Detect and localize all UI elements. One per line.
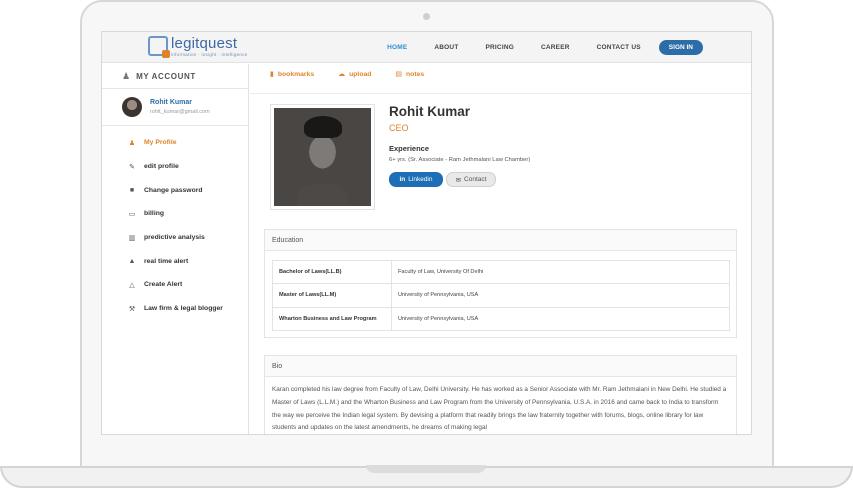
- sidebar-item-edit-profile[interactable]: ✎ edit profile: [102, 155, 248, 179]
- sidebar-item-label: predictive analysis: [144, 234, 205, 242]
- institution-cell: University of Pennsylvania, USA: [391, 306, 730, 331]
- sidebar-item-billing[interactable]: ▭ billing: [102, 202, 248, 226]
- profile-role: CEO: [389, 123, 409, 133]
- contact-label: Contact: [464, 176, 487, 183]
- linkedin-button[interactable]: in Linkedin: [389, 172, 443, 187]
- sidebar-item-my-profile[interactable]: ♟ My Profile: [102, 131, 248, 155]
- sidebar-item-create-alert[interactable]: △ Create Alert: [102, 273, 248, 297]
- tab-label: upload: [349, 70, 372, 78]
- institution-cell: University of Pennsylvania, USA: [391, 283, 730, 308]
- experience-value: 6+ yrs. (Sr. Associate - Ram Jethmalani …: [389, 157, 531, 163]
- sidebar-item-label: edit profile: [144, 163, 179, 171]
- profile-photo: [274, 108, 371, 206]
- note-icon: ▤: [395, 71, 403, 78]
- logo-tagline: information · insight · intelligence: [171, 52, 248, 57]
- nav-links: HOME ABOUT PRICING CAREER CONTACT US SIG…: [360, 32, 703, 63]
- bell-outline-icon: △: [129, 281, 135, 289]
- contact-button[interactable]: ✉ Contact: [446, 172, 496, 187]
- bookmark-icon: ▮: [270, 71, 274, 78]
- bio-title: Bio: [265, 356, 736, 377]
- lock-icon: ■: [129, 186, 135, 194]
- nav-about[interactable]: ABOUT: [434, 44, 458, 51]
- profile-photo-frame: [270, 104, 375, 210]
- tab-notes[interactable]: ▤ notes: [395, 70, 425, 79]
- content-tabs: ▮ bookmarks ☁ upload ▤ notes: [270, 70, 448, 79]
- sidebar-header: ♟ MY ACCOUNT: [102, 64, 248, 89]
- credit-card-icon: ▭: [128, 210, 136, 218]
- sidebar-item-label: billing: [144, 210, 165, 218]
- bell-icon: ▲: [128, 257, 136, 265]
- linkedin-label: Linkedin: [408, 176, 433, 183]
- sidebar-item-label: Law firm & legal blogger: [144, 305, 223, 313]
- logo[interactable]: legitquest information · insight · intel…: [148, 35, 248, 58]
- user-name: Rohit Kumar: [150, 99, 192, 106]
- nav-contact-us[interactable]: CONTACT US: [597, 44, 641, 51]
- screen: legitquest information · insight · intel…: [101, 31, 752, 435]
- sidebar-item-law-firm-legal-blogger[interactable]: ⚒ Law firm & legal blogger: [102, 297, 248, 321]
- tab-label: bookmarks: [277, 70, 315, 78]
- sidebar-title: MY ACCOUNT: [136, 71, 196, 81]
- tabs-divider: [250, 93, 751, 94]
- avatar: [122, 97, 142, 117]
- degree-cell: Master of Laws(LL.M): [272, 283, 392, 308]
- table-row: Wharton Business and Law Program Univers…: [272, 306, 730, 331]
- sidebar-menu: ♟ My Profile ✎ edit profile ■ Change pas…: [102, 126, 248, 321]
- tab-bookmarks[interactable]: ▮ bookmarks: [270, 70, 315, 79]
- bio-text: Karan completed his law degree from Facu…: [272, 386, 727, 432]
- edit-icon: ✎: [129, 163, 135, 171]
- profile-name: Rohit Kumar: [389, 104, 470, 119]
- user-icon: ♟: [122, 70, 131, 81]
- nav-pricing[interactable]: PRICING: [486, 44, 515, 51]
- sidebar-item-label: My Profile: [144, 139, 177, 147]
- education-table: Bachelor of Laws(LL.B) Faculty of Law, U…: [272, 259, 730, 331]
- tab-upload[interactable]: ☁ upload: [338, 70, 372, 79]
- nav-career[interactable]: CAREER: [541, 44, 570, 51]
- sidebar: ♟ MY ACCOUNT Rohit Kumar rohit_kumar@gma…: [102, 64, 249, 434]
- linkedin-icon: in: [399, 176, 406, 183]
- experience-label: Experience: [389, 144, 430, 153]
- sign-in-button[interactable]: SIGN IN: [658, 40, 703, 55]
- tab-label: notes: [406, 70, 425, 78]
- sidebar-item-label: Change password: [144, 186, 203, 194]
- user-email: rohit_kumar@gmail.com: [150, 109, 210, 115]
- table-row: Master of Laws(LL.M) University of Penns…: [272, 283, 730, 308]
- laptop-notch: [366, 465, 486, 473]
- bio-panel: Bio Karan completed his law degree from …: [264, 355, 737, 434]
- user-card: Rohit Kumar rohit_kumar@gmail.com: [102, 89, 248, 126]
- table-row: Bachelor of Laws(LL.B) Faculty of Law, U…: [272, 259, 730, 285]
- cloud-upload-icon: ☁: [338, 71, 346, 78]
- degree-cell: Wharton Business and Law Program: [272, 306, 392, 331]
- chart-icon: ▥: [128, 234, 136, 242]
- sidebar-item-label: Create Alert: [144, 281, 183, 289]
- navbar: legitquest information · insight · intel…: [102, 32, 751, 63]
- degree-cell: Bachelor of Laws(LL.B): [272, 259, 392, 285]
- camera: [423, 13, 430, 20]
- sidebar-item-label: real time alert: [144, 257, 189, 265]
- logo-text: legitquest: [171, 35, 238, 52]
- nav-home[interactable]: HOME: [387, 44, 407, 51]
- education-title: Education: [265, 230, 736, 251]
- user-icon: ♟: [128, 139, 136, 147]
- logo-icon: [148, 36, 170, 58]
- sidebar-item-change-password[interactable]: ■ Change password: [102, 178, 248, 202]
- envelope-icon: ✉: [455, 176, 462, 184]
- institution-cell: Faculty of Law, University Of Delhi: [391, 259, 730, 285]
- sidebar-item-real-time-alert[interactable]: ▲ real time alert: [102, 249, 248, 273]
- education-panel: Education Bachelor of Laws(LL.B) Faculty…: [264, 229, 737, 338]
- gavel-icon: ⚒: [128, 305, 136, 313]
- sidebar-item-predictive-analysis[interactable]: ▥ predictive analysis: [102, 226, 248, 250]
